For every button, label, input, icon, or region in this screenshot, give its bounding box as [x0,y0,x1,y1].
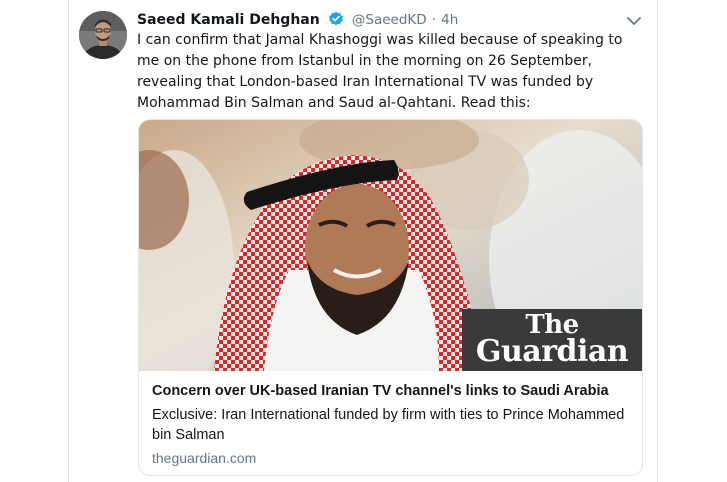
author-name[interactable]: Saeed Kamali Dehghan [137,12,320,28]
avatar-photo [79,11,127,59]
separator-dot: · [431,12,437,28]
tweet-text: I can confirm that Jamal Khashoggi was k… [137,32,623,111]
guardian-logo: The Guardian [462,309,642,371]
card-image[interactable]: The Guardian [139,120,642,390]
tweet-timestamp[interactable]: 4h [441,12,458,28]
chevron-down-icon[interactable] [626,12,642,31]
logo-line-guardian: Guardian [475,334,629,369]
card-description: Exclusive: Iran International funded by … [152,407,625,443]
verified-badge-icon [328,11,344,31]
card-title[interactable]: Concern over UK-based Iranian TV channel… [152,381,632,401]
card-body: Concern over UK-based Iranian TV channel… [152,381,632,466]
avatar[interactable] [79,11,127,59]
tweet-header: Saeed Kamali Dehghan @SaeedKD · 4h [137,9,458,29]
author-handle[interactable]: @SaeedKD [352,12,427,28]
link-card[interactable]: The Guardian Concern over UK-based Irani… [138,119,643,476]
card-domain[interactable]: theguardian.com [152,450,632,466]
